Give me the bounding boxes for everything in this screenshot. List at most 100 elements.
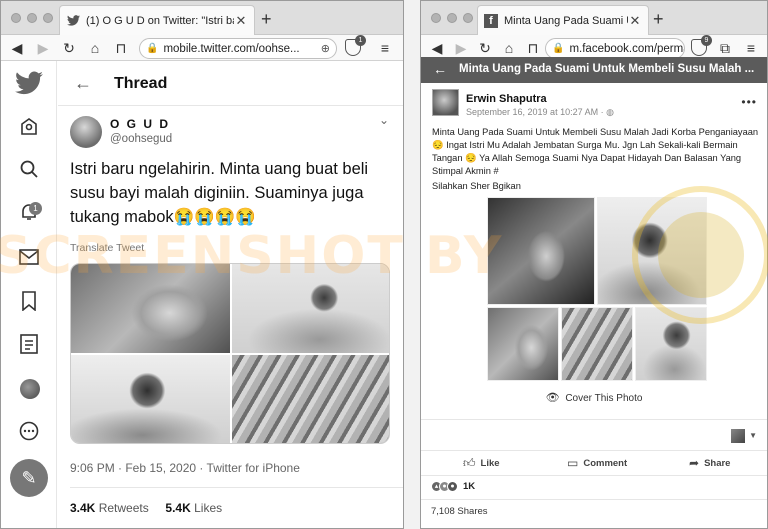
shield-count-badge: 9 <box>701 35 712 46</box>
like-button[interactable]: 👍︎ Like <box>463 456 500 471</box>
post-photo[interactable] <box>487 197 595 305</box>
more-options-icon[interactable]: ••• <box>741 95 757 109</box>
bookmark-icon[interactable]: ⊓ <box>113 40 129 56</box>
share-button[interactable]: ➦ Share <box>689 456 730 470</box>
tweet-photo[interactable] <box>71 264 230 353</box>
post-author-avatar[interactable] <box>432 89 459 116</box>
twitter-sidebar: 1 ✎ <box>1 61 57 528</box>
minimize-window-button[interactable] <box>447 13 457 23</box>
tweet-photo[interactable] <box>232 355 389 443</box>
home-icon[interactable]: ⌂ <box>87 40 103 56</box>
back-icon[interactable]: ◀ <box>429 40 445 56</box>
tweet-photo[interactable] <box>71 355 230 443</box>
like-label[interactable]: Likes <box>194 501 222 515</box>
close-tab-icon[interactable]: ✕ <box>234 13 248 29</box>
retweet-label[interactable]: Retweets <box>99 501 149 515</box>
divider <box>70 487 403 488</box>
facebook-post-header: ← Minta Uang Pada Suami Untuk Membeli Su… <box>421 57 767 83</box>
lock-icon: 🔒 <box>146 43 159 54</box>
facebook-browser-window: f Minta Uang Pada Suami Untuk Me... ✕ + … <box>420 0 768 529</box>
post-timestamp[interactable]: September 16, 2019 at 10:27 AM · ◍ <box>466 107 614 118</box>
search-icon[interactable] <box>17 159 41 183</box>
address-bar[interactable]: 🔒 mobile.twitter.com/oohse... ⊕ <box>139 38 337 59</box>
maximize-window-button[interactable] <box>463 13 473 23</box>
comment-button[interactable]: ▭ Comment <box>567 456 627 470</box>
audience-avatar[interactable] <box>731 429 745 443</box>
tweet-photo-grid <box>70 263 390 444</box>
new-tab-button[interactable]: + <box>653 10 664 28</box>
more-icon[interactable] <box>17 421 41 445</box>
tab-twitter[interactable]: (1) O G U D on Twitter: "Istri baru ... … <box>59 5 255 35</box>
post-photo[interactable] <box>635 307 707 381</box>
brave-shield-icon[interactable]: 9 <box>691 35 712 56</box>
add-icon[interactable]: ⊕ <box>321 42 330 55</box>
post-photo[interactable] <box>561 307 633 381</box>
menu-icon[interactable]: ≡ <box>377 40 393 56</box>
caret-down-icon[interactable]: ▼ <box>749 431 757 440</box>
address-text: mobile.twitter.com/oohse... <box>163 42 300 55</box>
extension-icon[interactable]: ⧉ <box>717 40 733 56</box>
brave-shield-icon[interactable]: 1 <box>345 35 366 56</box>
tweet-photo[interactable] <box>232 264 389 353</box>
bookmark-icon[interactable]: ⊓ <box>525 40 541 56</box>
like-label: Like <box>480 458 500 469</box>
twitter-logo-icon[interactable] <box>15 71 43 99</box>
window-controls <box>431 13 473 23</box>
lock-icon: 🔒 <box>552 43 565 54</box>
home-icon[interactable]: ⌂ <box>501 40 517 56</box>
tweet-author-avatar[interactable] <box>70 116 102 148</box>
back-icon[interactable]: ◀ <box>9 40 25 56</box>
close-window-button[interactable] <box>431 13 441 23</box>
tab-title: Minta Uang Pada Suami Untuk Me... <box>504 14 628 27</box>
back-arrow-icon[interactable]: ← <box>433 61 447 77</box>
like-count[interactable]: 5.4K <box>165 501 190 515</box>
lists-icon[interactable] <box>17 334 41 358</box>
thread-header: ← Thread <box>58 61 403 106</box>
profile-avatar[interactable] <box>20 379 40 399</box>
retweet-count[interactable]: 3.4K <box>70 501 95 515</box>
post-author-name[interactable]: Erwin Shaputra <box>466 93 547 105</box>
reload-icon[interactable]: ↻ <box>477 40 493 56</box>
tweet-stats: 3.4K Retweets 5.4K Likes <box>70 501 222 515</box>
tab-bar: f Minta Uang Pada Suami Untuk Me... ✕ + <box>421 1 767 35</box>
reactions-summary[interactable]: ▴ ● ● 1K <box>431 481 475 492</box>
divider <box>421 450 767 451</box>
shield-count-badge: 1 <box>355 35 366 46</box>
minimize-window-button[interactable] <box>27 13 37 23</box>
menu-icon[interactable]: ≡ <box>743 40 759 56</box>
post-photo[interactable] <box>597 197 707 305</box>
twitter-browser-window: (1) O G U D on Twitter: "Istri baru ... … <box>0 0 404 529</box>
shares-count[interactable]: 7,108 Shares <box>431 506 488 517</box>
compose-tweet-button[interactable]: ✎ <box>10 459 48 497</box>
forward-icon[interactable]: ▶ <box>453 40 469 56</box>
close-tab-icon[interactable]: ✕ <box>628 13 642 29</box>
bookmarks-icon[interactable] <box>17 291 41 315</box>
messages-icon[interactable] <box>17 247 41 271</box>
translate-tweet-link[interactable]: Translate Tweet <box>70 242 144 254</box>
divider <box>421 499 767 500</box>
post-photo[interactable] <box>487 307 559 381</box>
tab-facebook[interactable]: f Minta Uang Pada Suami Untuk Me... ✕ <box>477 5 649 35</box>
address-bar[interactable]: 🔒 m.facebook.com/perma... <box>545 38 685 59</box>
new-tab-button[interactable]: + <box>261 10 272 28</box>
share-label: Share <box>704 457 731 469</box>
post-text: Minta Uang Pada Suami Untuk Membeli Susu… <box>432 127 759 176</box>
tweet-thread: ← Thread O G U D @oohsegud ⌄ Istri baru … <box>58 61 403 528</box>
reload-icon[interactable]: ↻ <box>61 40 77 56</box>
forward-icon[interactable]: ▶ <box>35 40 51 56</box>
tweet-author-handle[interactable]: @oohsegud <box>110 133 172 145</box>
eye-slash-icon: 👁 <box>545 392 560 404</box>
window-controls <box>11 13 53 23</box>
chevron-down-icon[interactable]: ⌄ <box>379 113 389 127</box>
close-window-button[interactable] <box>11 13 21 23</box>
comment-icon: ▭ <box>567 456 579 470</box>
maximize-window-button[interactable] <box>43 13 53 23</box>
cover-photo-toggle[interactable]: 👁 Cover This Photo <box>421 391 767 404</box>
navigation-bar: ◀ ▶ ↻ ⌂ ⊓ 🔒 mobile.twitter.com/oohse... … <box>1 35 403 61</box>
explore-icon[interactable] <box>17 117 41 141</box>
back-arrow-icon[interactable]: ← <box>74 73 92 94</box>
comment-label: Comment <box>583 457 628 469</box>
tweet-author-name[interactable]: O G U D <box>110 117 170 131</box>
divider <box>421 475 767 476</box>
page-title: Minta Uang Pada Suami Untuk Membeli Susu… <box>459 63 755 75</box>
